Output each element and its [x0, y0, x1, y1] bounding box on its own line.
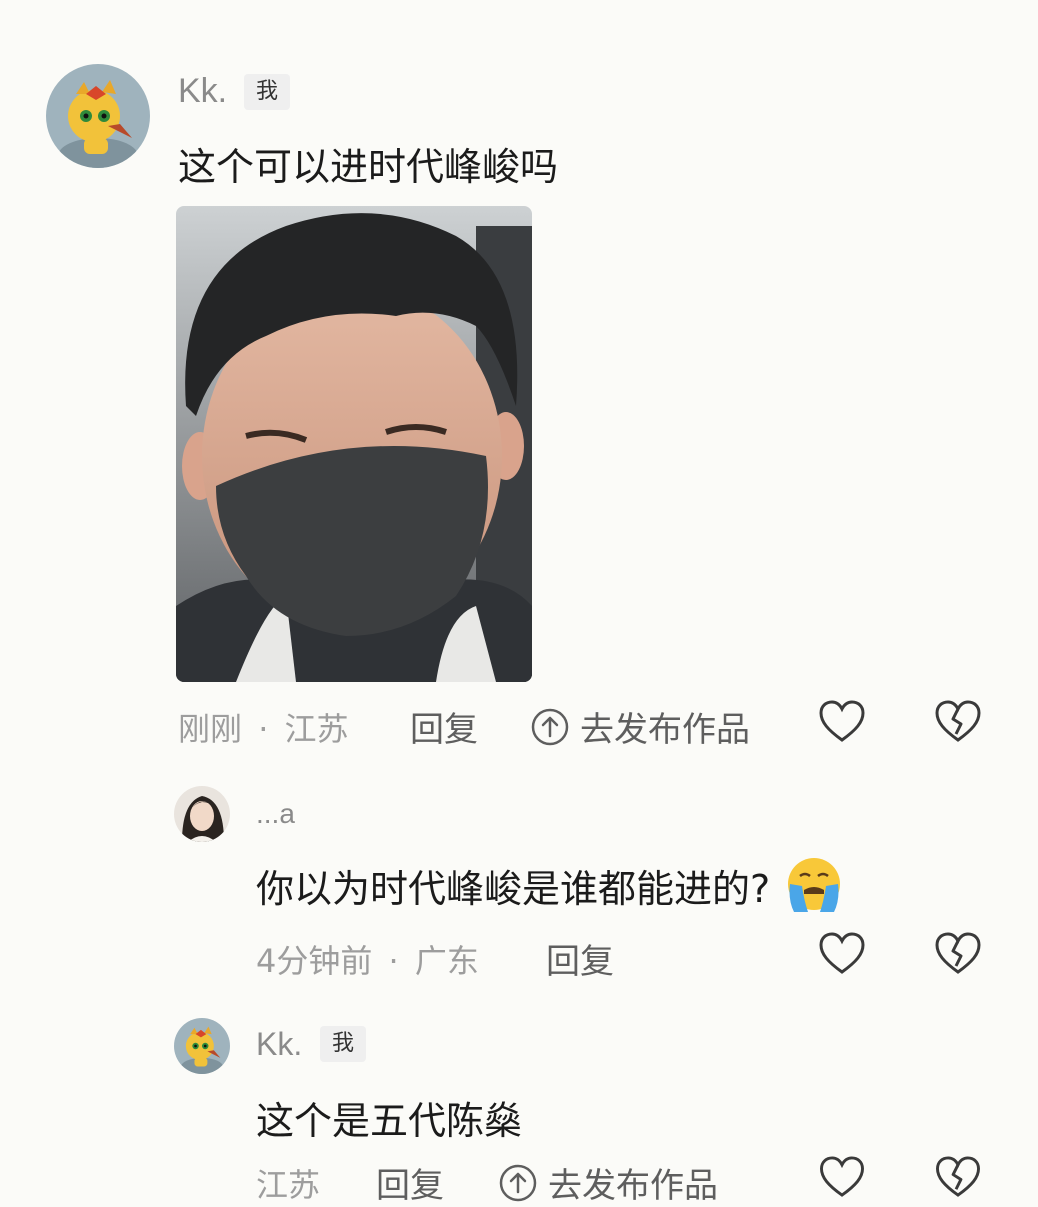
comment-location: 江苏: [284, 710, 349, 748]
comment-time: 刚刚: [178, 710, 243, 748]
comment-meta: 刚刚 · 江苏: [178, 704, 349, 750]
meta-separator: ·: [388, 942, 399, 980]
comment-location: 江苏: [256, 1166, 321, 1204]
comment-location: 广东: [414, 942, 479, 980]
comment-time: 4分钟前: [256, 942, 373, 980]
post-work-button[interactable]: 去发布作品: [498, 1158, 718, 1207]
avatar-a[interactable]: [174, 786, 230, 842]
broken-heart-icon[interactable]: [934, 1156, 982, 1199]
upload-circle-icon: [530, 707, 570, 747]
broken-heart-icon[interactable]: [934, 932, 982, 976]
heart-outline-icon[interactable]: [818, 700, 866, 744]
reply-button[interactable]: 回复: [546, 934, 614, 983]
heart-outline-icon[interactable]: [818, 932, 866, 976]
avatar-kk[interactable]: [174, 1018, 230, 1074]
comment-text: 这个可以进时代峰峻吗: [178, 145, 559, 189]
comment-username[interactable]: Kk.: [178, 72, 227, 111]
comment-photo[interactable]: [176, 206, 532, 682]
broken-heart-icon[interactable]: [934, 700, 982, 744]
comment-meta: 4分钟前 · 广东: [256, 936, 479, 982]
heart-outline-icon[interactable]: [818, 1156, 866, 1199]
comment-text: 这个是五代陈燊: [256, 1099, 523, 1143]
me-badge: 我: [244, 74, 290, 110]
post-work-label: 去发布作品: [580, 710, 750, 750]
me-badge: 我: [320, 1026, 366, 1062]
crying-face-emoji-icon: [784, 856, 844, 914]
comment-username[interactable]: ...a: [256, 798, 295, 830]
reply-button[interactable]: 回复: [376, 1158, 444, 1207]
comment-username[interactable]: Kk.: [256, 1026, 302, 1063]
post-work-label: 去发布作品: [548, 1166, 718, 1206]
post-work-button[interactable]: 去发布作品: [530, 702, 750, 751]
avatar-kk[interactable]: [46, 64, 150, 168]
comment-text-content: 你以为时代峰峻是谁都能进的?: [256, 866, 771, 911]
upload-circle-icon: [498, 1163, 538, 1203]
reply-button[interactable]: 回复: [410, 702, 478, 751]
meta-separator: ·: [258, 710, 269, 748]
comment-meta: 江苏: [256, 1160, 320, 1206]
comment-text: 你以为时代峰峻是谁都能进的?: [256, 856, 844, 914]
